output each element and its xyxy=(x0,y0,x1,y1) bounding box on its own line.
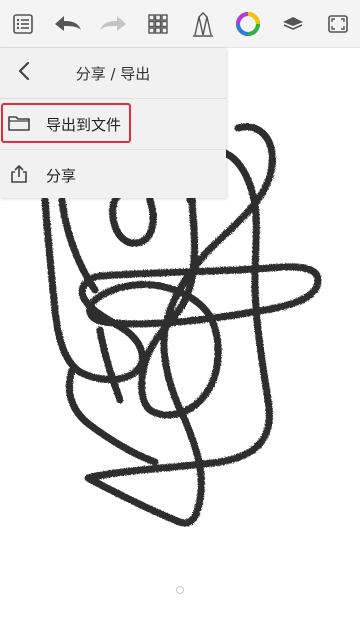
color-button[interactable] xyxy=(232,8,264,40)
fullscreen-button[interactable] xyxy=(322,8,354,40)
menu-item-share[interactable]: 分享 xyxy=(0,150,226,200)
layers-button[interactable] xyxy=(277,8,309,40)
folder-icon xyxy=(8,112,30,134)
list-icon xyxy=(12,13,34,35)
back-button[interactable] xyxy=(12,61,36,85)
grid-icon xyxy=(147,13,169,35)
redo-icon xyxy=(98,13,128,35)
grid-button[interactable] xyxy=(142,8,174,40)
share-icon xyxy=(8,163,30,185)
panel-header: 分享 / 导出 xyxy=(0,48,226,99)
page-indicator[interactable] xyxy=(176,586,184,594)
undo-icon xyxy=(53,13,83,35)
share-export-panel: 分享 / 导出 导出到文件 分享 xyxy=(0,48,226,198)
top-toolbar xyxy=(0,0,360,48)
menu-item-export-to-file[interactable]: 导出到文件 xyxy=(0,99,226,150)
color-wheel-icon xyxy=(235,11,261,37)
list-button[interactable] xyxy=(7,8,39,40)
chevron-left-icon xyxy=(17,61,31,85)
brush-icon xyxy=(190,9,216,39)
fullscreen-icon xyxy=(327,13,349,35)
layers-icon xyxy=(281,13,305,35)
menu-item-label: 导出到文件 xyxy=(46,116,122,134)
brush-button[interactable] xyxy=(187,8,219,40)
menu-item-label: 分享 xyxy=(46,167,77,185)
redo-button[interactable] xyxy=(97,8,129,40)
undo-button[interactable] xyxy=(52,8,84,40)
